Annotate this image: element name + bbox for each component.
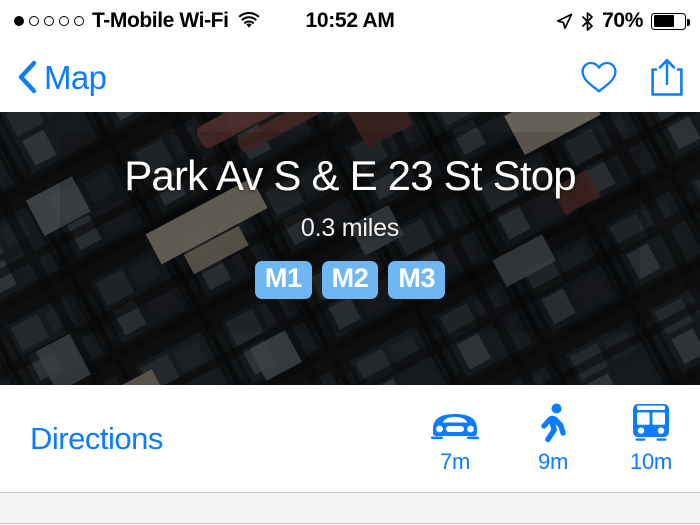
travel-time-label: 7m	[440, 448, 470, 474]
battery-fill	[653, 15, 675, 27]
section-divider-bottom	[0, 523, 700, 524]
location-arrow-icon	[557, 13, 573, 29]
heart-icon[interactable]	[580, 60, 618, 94]
travel-time-label: 10m	[630, 448, 672, 474]
directions-action-row: Directions 7m 9m 10m	[0, 385, 700, 492]
maps-place-detail-screen: T-Mobile Wi-Fi 10:52 AM 70% Map Park Av …	[0, 0, 700, 525]
share-icon[interactable]	[650, 57, 684, 97]
hero-overlay-content: Park Av S & E 23 St Stop 0.3 miles M1 M2 M…	[0, 112, 700, 385]
page-title: Park Av S & E 23 St Stop	[124, 152, 576, 199]
walk-icon-wrapper	[536, 403, 570, 443]
transit-bus-icon	[633, 403, 669, 441]
signal-dot-4	[59, 16, 69, 26]
transit-bus-icon-wrapper	[629, 403, 673, 443]
travel-mode-drive[interactable]: 7m	[424, 403, 486, 475]
status-bar-left: T-Mobile Wi-Fi	[14, 9, 261, 33]
walk-icon	[541, 403, 566, 442]
route-badge[interactable]: M2	[321, 261, 379, 300]
signal-dot-3	[44, 16, 54, 26]
status-bar: T-Mobile Wi-Fi 10:52 AM 70%	[0, 0, 700, 42]
navigation-bar: Map	[0, 42, 700, 112]
back-to-map-button[interactable]: Map	[16, 58, 107, 96]
signal-strength-dots	[14, 16, 84, 26]
car-icon-wrapper	[427, 403, 483, 443]
nav-action-buttons	[580, 57, 684, 97]
travel-time-label: 9m	[538, 448, 568, 474]
status-bar-right: 70%	[556, 9, 690, 33]
signal-dot-2	[29, 16, 39, 26]
clock-label: 10:52 AM	[305, 9, 395, 32]
carrier-label: T-Mobile Wi-Fi	[92, 9, 229, 32]
back-button-label: Map	[44, 58, 107, 96]
footer-section-header	[0, 493, 700, 523]
transit-route-badges: M1 M2 M3	[254, 261, 446, 300]
travel-mode-walk[interactable]: 9m	[522, 403, 584, 475]
travel-mode-transit[interactable]: 10m	[620, 403, 682, 475]
directions-button[interactable]: Directions	[30, 421, 163, 457]
signal-dot-5	[74, 16, 84, 26]
chevron-left-icon	[18, 60, 37, 94]
place-hero-map[interactable]: Park Av S & E 23 St Stop 0.3 miles M1 M2 M…	[0, 112, 700, 385]
signal-dot-1	[14, 16, 24, 26]
battery-icon	[651, 12, 690, 30]
battery-percent-label: 70%	[602, 9, 643, 32]
bluetooth-icon	[582, 11, 594, 31]
place-distance-label: 0.3 miles	[300, 214, 400, 243]
route-badge[interactable]: M3	[388, 261, 446, 300]
wifi-icon	[238, 12, 259, 28]
travel-mode-options: 7m 9m 10m	[424, 403, 682, 475]
route-badge[interactable]: M1	[254, 261, 312, 300]
car-icon	[431, 413, 479, 439]
